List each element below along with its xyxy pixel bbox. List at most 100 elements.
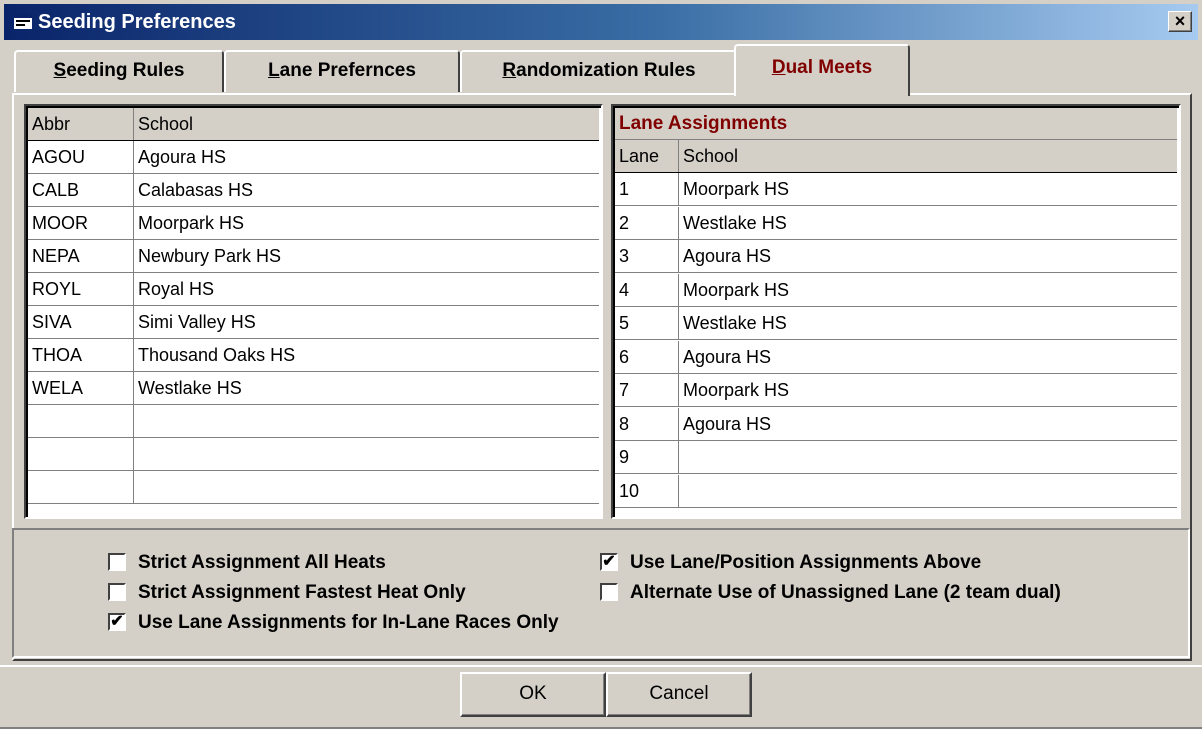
lane-cell-school[interactable]: Moorpark HS bbox=[679, 173, 1177, 205]
school-row[interactable]: NEPA Newbury Park HS bbox=[28, 240, 599, 273]
lane-row[interactable]: 7 Moorpark HS bbox=[615, 374, 1177, 407]
school-cell-school[interactable]: Royal HS bbox=[134, 273, 599, 305]
school-cell-abbr[interactable]: THOA bbox=[28, 339, 134, 371]
school-cell-school[interactable]: Agoura HS bbox=[134, 141, 599, 173]
tab-lane-preferences[interactable]: Lane Prefernces bbox=[224, 50, 460, 92]
strict-fastest-checkbox[interactable] bbox=[108, 583, 126, 601]
school-cell-school[interactable]: Moorpark HS bbox=[134, 207, 599, 239]
in-lane-only-checkbox[interactable]: ✔ bbox=[108, 613, 126, 631]
schools-grid[interactable]: Abbr School AGOU Agoura HS CALB Calabasas H… bbox=[24, 104, 603, 519]
lane-cell-lane[interactable]: 5 bbox=[615, 307, 679, 339]
lane-row[interactable]: 8 Agoura HS bbox=[615, 407, 1177, 441]
tab-accel: D bbox=[771, 57, 786, 78]
lane-cell-school[interactable]: Moorpark HS bbox=[679, 274, 1177, 306]
school-cell-school[interactable]: Newbury Park HS bbox=[134, 240, 599, 272]
window-title: Seeding Preferences bbox=[38, 11, 236, 33]
school-cell-school[interactable]: Westlake HS bbox=[134, 372, 599, 404]
app-icon bbox=[14, 14, 32, 29]
ok-button-label: OK bbox=[519, 683, 547, 704]
lane-cell-lane[interactable]: 10 bbox=[615, 474, 679, 507]
school-cell-school[interactable] bbox=[134, 471, 599, 503]
ok-button[interactable]: OK bbox=[460, 672, 606, 717]
lane-cell-lane[interactable]: 6 bbox=[615, 340, 679, 373]
lane-row[interactable]: 1 Moorpark HS bbox=[615, 173, 1177, 206]
school-row[interactable]: CALB Calabasas HS bbox=[28, 174, 599, 207]
school-cell-abbr[interactable]: MOOR bbox=[28, 207, 134, 239]
school-row[interactable]: WELA Westlake HS bbox=[28, 372, 599, 405]
option-label: Strict Assignment Fastest Heat Only bbox=[138, 582, 466, 603]
school-row[interactable] bbox=[28, 471, 599, 504]
school-row[interactable] bbox=[28, 438, 599, 471]
school-row[interactable]: SIVA Simi Valley HS bbox=[28, 306, 599, 339]
school-cell-school[interactable]: Calabasas HS bbox=[134, 174, 599, 206]
cancel-button-label: Cancel bbox=[649, 683, 709, 704]
tab-label: eeding Rules bbox=[66, 60, 185, 81]
lane-cell-school[interactable]: Moorpark HS bbox=[679, 374, 1177, 406]
column-header-school[interactable]: School bbox=[134, 108, 599, 140]
school-cell-school[interactable]: Simi Valley HS bbox=[134, 306, 599, 338]
lane-row[interactable]: 2 Westlake HS bbox=[615, 206, 1177, 240]
tab-dual-meets[interactable]: Dual Meets bbox=[734, 44, 910, 96]
column-header-lane[interactable]: Lane bbox=[615, 140, 679, 172]
button-bar: OK Cancel bbox=[0, 665, 1202, 729]
column-header-school[interactable]: School bbox=[679, 140, 1177, 172]
lane-row[interactable]: 3 Agoura HS bbox=[615, 240, 1177, 273]
school-cell-abbr[interactable] bbox=[28, 438, 134, 470]
cancel-button[interactable]: Cancel bbox=[606, 672, 752, 717]
close-button[interactable]: × bbox=[1168, 11, 1192, 32]
school-cell-abbr[interactable]: AGOU bbox=[28, 141, 134, 173]
school-cell-abbr[interactable]: ROYL bbox=[28, 273, 134, 305]
school-row[interactable] bbox=[28, 405, 599, 438]
lane-row[interactable]: 6 Agoura HS bbox=[615, 340, 1177, 374]
lane-row[interactable]: 4 Moorpark HS bbox=[615, 273, 1177, 307]
lane-cell-lane[interactable]: 9 bbox=[615, 441, 679, 473]
school-cell-school[interactable]: Thousand Oaks HS bbox=[134, 339, 599, 371]
lane-cell-school[interactable]: Westlake HS bbox=[679, 307, 1177, 339]
schools-grid-header: Abbr School bbox=[28, 108, 599, 141]
strict-all-heats-checkbox[interactable] bbox=[108, 553, 126, 571]
school-row[interactable]: ROYL Royal HS bbox=[28, 273, 599, 306]
tab-label: andomization Rules bbox=[516, 60, 696, 81]
title-bar[interactable]: Seeding Preferences × bbox=[4, 4, 1198, 40]
school-cell-abbr[interactable] bbox=[28, 471, 134, 503]
lane-cell-lane[interactable]: 1 bbox=[615, 173, 679, 205]
option-label: Use Lane Assignments for In-Lane Races O… bbox=[138, 612, 559, 633]
school-row[interactable]: AGOU Agoura HS bbox=[28, 141, 599, 174]
school-cell-abbr[interactable]: SIVA bbox=[28, 306, 134, 338]
tab-accel: R bbox=[502, 60, 517, 81]
school-row[interactable]: THOA Thousand Oaks HS bbox=[28, 339, 599, 372]
lane-grid-header: Lane School bbox=[615, 140, 1177, 173]
close-icon: × bbox=[1174, 11, 1186, 31]
school-row[interactable]: MOOR Moorpark HS bbox=[28, 207, 599, 240]
lane-cell-school[interactable]: Agoura HS bbox=[679, 240, 1177, 272]
lane-cell-lane[interactable]: 3 bbox=[615, 240, 679, 272]
tab-label: ane Prefernces bbox=[279, 60, 416, 81]
lane-cell-school[interactable] bbox=[679, 475, 1177, 507]
lane-cell-school[interactable]: Westlake HS bbox=[679, 207, 1177, 239]
school-cell-abbr[interactable] bbox=[28, 405, 134, 437]
lane-row[interactable]: 10 bbox=[615, 474, 1177, 508]
school-cell-school[interactable] bbox=[134, 405, 599, 437]
tab-randomization-rules[interactable]: Randomization Rules bbox=[460, 50, 738, 92]
use-above-checkbox[interactable]: ✔ bbox=[600, 553, 618, 571]
school-cell-abbr[interactable]: CALB bbox=[28, 174, 134, 206]
lane-assignments-grid[interactable]: Lane Assignments Lane School 1 Moorpark H… bbox=[611, 104, 1181, 519]
option-label: Strict Assignment All Heats bbox=[138, 552, 386, 573]
option-label: Alternate Use of Unassigned Lane (2 team… bbox=[630, 582, 1061, 603]
lane-row[interactable]: 5 Westlake HS bbox=[615, 307, 1177, 340]
tab-accel: L bbox=[268, 60, 280, 81]
alternate-checkbox[interactable] bbox=[600, 583, 618, 601]
lane-row[interactable]: 9 bbox=[615, 441, 1177, 474]
lane-cell-lane[interactable]: 8 bbox=[615, 407, 679, 440]
school-cell-abbr[interactable]: NEPA bbox=[28, 240, 134, 272]
lane-cell-lane[interactable]: 2 bbox=[615, 206, 679, 239]
lane-cell-lane[interactable]: 4 bbox=[615, 273, 679, 306]
lane-cell-school[interactable]: Agoura HS bbox=[679, 408, 1177, 440]
lane-cell-school[interactable]: Agoura HS bbox=[679, 341, 1177, 373]
school-cell-abbr[interactable]: WELA bbox=[28, 372, 134, 404]
school-cell-school[interactable] bbox=[134, 438, 599, 470]
lane-cell-lane[interactable]: 7 bbox=[615, 374, 679, 406]
column-header-abbr[interactable]: Abbr bbox=[28, 108, 134, 140]
tab-seeding-rules[interactable]: Seeding Rules bbox=[14, 50, 224, 92]
lane-cell-school[interactable] bbox=[679, 441, 1177, 473]
